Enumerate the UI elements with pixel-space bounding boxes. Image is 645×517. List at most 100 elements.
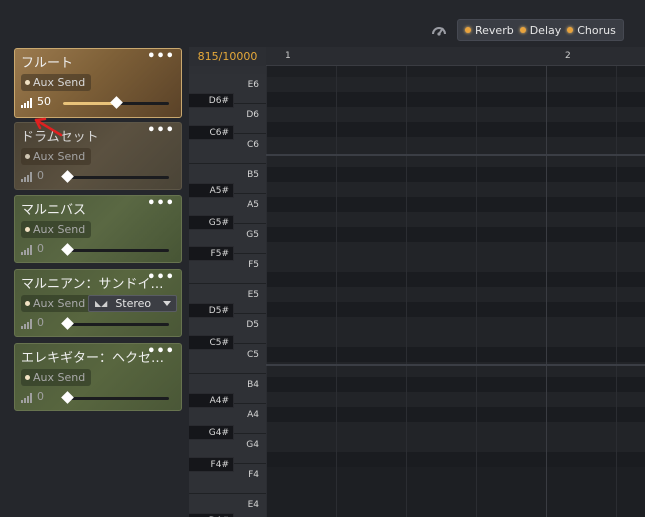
track-name[interactable]: マルニバス <box>21 199 86 218</box>
grid-row[interactable] <box>266 287 645 302</box>
grid-row[interactable] <box>266 407 645 422</box>
grid-row[interactable] <box>266 182 645 197</box>
aux-send-label: Aux Send <box>33 297 86 310</box>
grid-row[interactable] <box>266 347 645 362</box>
track-menu-button[interactable]: ••• <box>147 270 175 285</box>
track-card-sandy[interactable]: マルニアン：サンドイ… ••• Aux Send ◣◢ Stereo 0 <box>14 269 182 337</box>
aux-send-button[interactable]: Aux Send <box>21 148 92 165</box>
volume-slider-thumb[interactable] <box>110 96 123 109</box>
piano-black-key[interactable]: D5# <box>189 303 234 318</box>
beat-line <box>406 66 407 517</box>
piano-black-key[interactable]: G4# <box>189 425 234 440</box>
volume-slider[interactable] <box>61 243 169 256</box>
reverb-toggle[interactable]: Reverb <box>462 24 517 37</box>
grid-row[interactable] <box>266 242 645 257</box>
delay-indicator-icon <box>519 27 526 33</box>
piano-keyboard[interactable]: E6 D6 C6 B5 A5 G5 F5 E5 D5 C5 B4 A4 G4 F4 E4 D6# C6# A5# G… <box>189 66 266 517</box>
chorus-label: Chorus <box>577 23 616 37</box>
grid-row[interactable] <box>266 167 645 182</box>
grid-row[interactable] <box>266 212 645 227</box>
volume-slider[interactable] <box>63 96 169 109</box>
piano-black-key[interactable]: F5# <box>189 246 234 261</box>
octave-divider <box>266 154 645 156</box>
timeline-ruler[interactable]: 1 2 <box>266 47 645 66</box>
track-name[interactable]: フルート <box>21 52 73 71</box>
reverb-label: Reverb <box>475 23 514 37</box>
grid-row[interactable] <box>266 107 645 122</box>
note-counter: 815/10000 <box>189 47 266 66</box>
track-name[interactable]: マルニアン：サンドイ… <box>21 273 163 292</box>
effects-toggle-group: Reverb Delay Chorus <box>457 19 624 41</box>
grid-row[interactable] <box>266 302 645 317</box>
volume-slider[interactable] <box>61 391 169 404</box>
grid-row[interactable] <box>266 122 645 137</box>
note-grid[interactable] <box>266 66 645 517</box>
black-key-label: A5# <box>209 186 229 196</box>
grid-row[interactable] <box>266 272 645 287</box>
black-key-label: G5# <box>208 218 229 228</box>
track-menu-button[interactable]: ••• <box>147 123 175 138</box>
piano-black-key[interactable]: C6# <box>189 125 234 140</box>
volume-value: 0 <box>37 169 44 182</box>
grid-row[interactable] <box>266 92 645 107</box>
volume-slider-thumb[interactable] <box>61 243 74 256</box>
piano-black-key[interactable]: D4# <box>189 513 234 517</box>
aux-send-button[interactable]: Aux Send <box>21 74 92 91</box>
aux-send-button[interactable]: Aux Send <box>21 221 92 238</box>
grid-row[interactable] <box>266 317 645 332</box>
aux-send-button[interactable]: Aux Send <box>21 295 92 312</box>
aux-indicator-icon <box>25 154 30 159</box>
grid-row[interactable] <box>266 452 645 467</box>
volume-bars-icon <box>21 245 32 255</box>
metronome-gauge-icon[interactable] <box>431 23 447 37</box>
track-menu-button[interactable]: ••• <box>147 344 175 359</box>
piano-roll[interactable]: 815/10000 1 2 E6 D6 C6 B5 A5 G5 F5 E5 D5 C5 B4 A4 G4… <box>189 47 645 517</box>
aux-send-button[interactable]: Aux Send <box>21 369 92 386</box>
white-key-label: F5 <box>248 260 259 270</box>
track-name[interactable]: エレキギター：ヘクセ… <box>21 347 164 366</box>
white-key-label: C6 <box>246 140 259 150</box>
volume-bars-icon <box>21 319 32 329</box>
black-key-label: G4# <box>208 428 229 438</box>
volume-value: 0 <box>37 390 44 403</box>
grid-row[interactable] <box>266 197 645 212</box>
grid-row[interactable] <box>266 332 645 347</box>
piano-black-key[interactable]: A4# <box>189 393 234 408</box>
chevron-down-icon <box>163 301 171 306</box>
delay-toggle[interactable]: Delay <box>517 24 565 37</box>
track-menu-button[interactable]: ••• <box>147 196 175 211</box>
track-card-flute[interactable]: フルート ••• Aux Send 50 <box>14 48 182 118</box>
chorus-toggle[interactable]: Chorus <box>564 24 619 37</box>
white-key-label: C5 <box>246 350 259 360</box>
piano-black-key[interactable]: C5# <box>189 335 234 350</box>
volume-slider-thumb[interactable] <box>61 317 74 330</box>
black-key-label: F5# <box>210 249 229 259</box>
grid-row[interactable] <box>266 77 645 92</box>
track-card-guitar[interactable]: エレキギター：ヘクセ… ••• Aux Send 0 <box>14 343 182 411</box>
grid-row[interactable] <box>266 137 645 152</box>
volume-slider-thumb[interactable] <box>61 391 74 404</box>
white-key-label: D6 <box>246 110 259 120</box>
volume-slider[interactable] <box>61 317 169 330</box>
track-card-bass[interactable]: マルニバス ••• Aux Send 0 <box>14 195 182 263</box>
beat-line <box>476 66 477 517</box>
grid-row[interactable] <box>266 422 645 437</box>
piano-black-key[interactable]: A5# <box>189 183 234 198</box>
output-mode-select[interactable]: ◣◢ Stereo <box>88 295 177 312</box>
grid-row[interactable] <box>266 437 645 452</box>
aux-indicator-icon <box>25 375 30 380</box>
red-arrow-annotation <box>34 117 63 137</box>
volume-slider[interactable] <box>61 170 169 183</box>
piano-black-key[interactable]: G5# <box>189 215 234 230</box>
grid-row[interactable] <box>266 377 645 392</box>
track-list: フルート ••• Aux Send 50 ドラムセット ••• Aux Send… <box>0 47 189 517</box>
piano-black-key[interactable]: F4# <box>189 457 234 472</box>
volume-slider-thumb[interactable] <box>61 170 74 183</box>
octave-divider <box>266 364 645 366</box>
grid-row[interactable] <box>266 392 645 407</box>
white-key-label: F4 <box>248 470 259 480</box>
piano-black-key[interactable]: D6# <box>189 93 234 108</box>
grid-row[interactable] <box>266 257 645 272</box>
track-menu-button[interactable]: ••• <box>147 49 175 64</box>
grid-row[interactable] <box>266 227 645 242</box>
